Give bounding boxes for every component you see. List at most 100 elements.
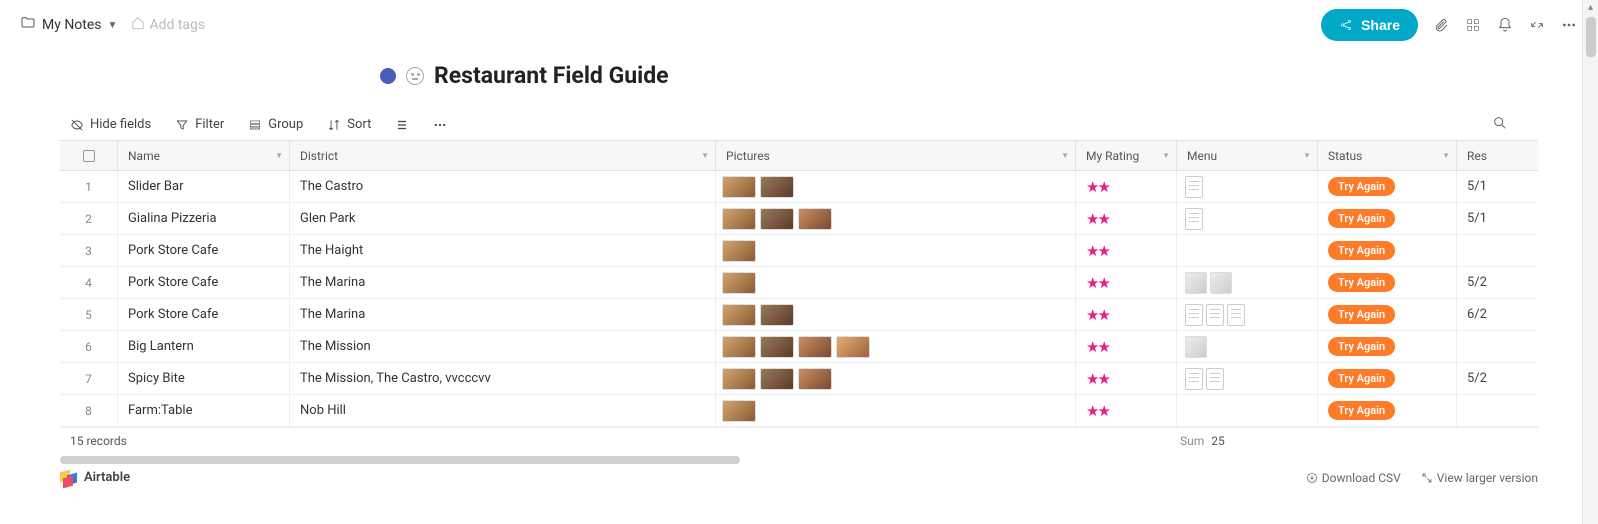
picture-thumbnail[interactable]: [760, 336, 794, 358]
notification-icon[interactable]: [1496, 16, 1514, 34]
scrollbar-thumb[interactable]: [1586, 17, 1596, 57]
hide-fields-button[interactable]: Hide fields: [70, 117, 151, 132]
picture-thumbnail[interactable]: [722, 400, 756, 422]
cell-name[interactable]: Pork Store Cafe: [118, 299, 290, 330]
cell-pictures[interactable]: [716, 267, 1076, 298]
cell-pictures[interactable]: [716, 203, 1076, 234]
table-row[interactable]: 2Gialina PizzeriaGlen Park★★Try Again5/1: [60, 203, 1538, 235]
column-menu[interactable]: Menu▼: [1177, 141, 1318, 170]
view-larger-link[interactable]: View larger version: [1421, 471, 1538, 485]
picture-thumbnail[interactable]: [722, 336, 756, 358]
cell-menu[interactable]: [1177, 171, 1318, 202]
picture-thumbnail[interactable]: [760, 208, 794, 230]
document-icon[interactable]: [1227, 304, 1245, 326]
table-row[interactable]: 4Pork Store CafeThe Marina★★Try Again5/2: [60, 267, 1538, 299]
add-tags-button[interactable]: Add tags: [131, 16, 205, 34]
menu-thumbnail[interactable]: [1210, 272, 1232, 294]
cell-res[interactable]: 5/2: [1457, 267, 1538, 298]
horizontal-scrollbar[interactable]: [60, 454, 1538, 464]
column-checkbox[interactable]: [60, 141, 118, 170]
scroll-up-arrow[interactable]: ▴: [1583, 0, 1598, 15]
column-pictures[interactable]: Pictures▼: [716, 141, 1076, 170]
cell-rating[interactable]: ★★: [1076, 331, 1177, 362]
cell-menu[interactable]: [1177, 299, 1318, 330]
table-row[interactable]: 6Big LanternThe Mission★★Try Again: [60, 331, 1538, 363]
table-row[interactable]: 3Pork Store CafeThe Haight★★Try Again: [60, 235, 1538, 267]
column-status[interactable]: Status▼: [1318, 141, 1457, 170]
cell-res[interactable]: [1457, 331, 1538, 362]
document-icon[interactable]: [1206, 368, 1224, 390]
picture-thumbnail[interactable]: [722, 240, 756, 262]
toolbar-more-button[interactable]: [433, 118, 447, 132]
picture-thumbnail[interactable]: [798, 336, 832, 358]
picture-thumbnail[interactable]: [798, 208, 832, 230]
table-row[interactable]: 7Spicy BiteThe Mission, The Castro, vvcc…: [60, 363, 1538, 395]
cell-menu[interactable]: [1177, 267, 1318, 298]
cell-rating[interactable]: ★★: [1076, 235, 1177, 266]
cell-res[interactable]: 5/2: [1457, 363, 1538, 394]
cell-menu[interactable]: [1177, 203, 1318, 234]
group-button[interactable]: Group: [248, 117, 303, 132]
menu-thumbnail[interactable]: [1185, 272, 1207, 294]
cell-name[interactable]: Big Lantern: [118, 331, 290, 362]
cell-name[interactable]: Pork Store Cafe: [118, 235, 290, 266]
document-icon[interactable]: [1185, 368, 1203, 390]
picture-thumbnail[interactable]: [722, 368, 756, 390]
cell-res[interactable]: 5/1: [1457, 171, 1538, 202]
cell-rating[interactable]: ★★: [1076, 171, 1177, 202]
document-icon[interactable]: [1206, 304, 1224, 326]
download-csv-link[interactable]: Download CSV: [1306, 471, 1401, 485]
cell-pictures[interactable]: [716, 395, 1076, 426]
menu-thumbnail[interactable]: [1185, 336, 1207, 358]
picture-thumbnail[interactable]: [722, 304, 756, 326]
cell-rating[interactable]: ★★: [1076, 395, 1177, 426]
picture-thumbnail[interactable]: [798, 368, 832, 390]
cell-pictures[interactable]: [716, 299, 1076, 330]
cell-name[interactable]: Farm:Table: [118, 395, 290, 426]
cell-name[interactable]: Spicy Bite: [118, 363, 290, 394]
cell-rating[interactable]: ★★: [1076, 203, 1177, 234]
cell-menu[interactable]: [1177, 235, 1318, 266]
cell-pictures[interactable]: [716, 331, 1076, 362]
cell-res[interactable]: 5/1: [1457, 203, 1538, 234]
row-height-button[interactable]: [395, 118, 409, 132]
cell-district[interactable]: Nob Hill: [290, 395, 716, 426]
cell-status[interactable]: Try Again: [1318, 299, 1457, 330]
cell-res[interactable]: [1457, 235, 1538, 266]
cell-status[interactable]: Try Again: [1318, 203, 1457, 234]
vertical-scrollbar[interactable]: ▴: [1582, 0, 1598, 524]
cell-menu[interactable]: [1177, 395, 1318, 426]
cell-district[interactable]: The Mission, The Castro, vvcccvv: [290, 363, 716, 394]
picture-thumbnail[interactable]: [722, 272, 756, 294]
table-row[interactable]: 8Farm:TableNob Hill★★Try Again: [60, 395, 1538, 427]
cell-pictures[interactable]: [716, 363, 1076, 394]
cell-status[interactable]: Try Again: [1318, 171, 1457, 202]
picture-thumbnail[interactable]: [760, 304, 794, 326]
picture-thumbnail[interactable]: [836, 336, 870, 358]
grid-icon[interactable]: [1464, 16, 1482, 34]
airtable-logo[interactable]: Airtable: [60, 470, 130, 485]
column-res[interactable]: Res: [1457, 141, 1538, 170]
cell-name[interactable]: Pork Store Cafe: [118, 267, 290, 298]
cell-district[interactable]: Glen Park: [290, 203, 716, 234]
column-rating[interactable]: My Rating▼: [1076, 141, 1177, 170]
document-icon[interactable]: [1185, 176, 1203, 198]
cell-status[interactable]: Try Again: [1318, 331, 1457, 362]
cell-status[interactable]: Try Again: [1318, 267, 1457, 298]
sort-button[interactable]: Sort: [327, 117, 371, 132]
document-icon[interactable]: [1185, 208, 1203, 230]
cell-district[interactable]: The Marina: [290, 267, 716, 298]
picture-thumbnail[interactable]: [722, 176, 756, 198]
picture-thumbnail[interactable]: [722, 208, 756, 230]
cell-district[interactable]: The Mission: [290, 331, 716, 362]
cell-res[interactable]: [1457, 395, 1538, 426]
cell-res[interactable]: 6/2: [1457, 299, 1538, 330]
search-button[interactable]: [1492, 115, 1508, 135]
more-icon[interactable]: [1560, 16, 1578, 34]
cell-status[interactable]: Try Again: [1318, 235, 1457, 266]
cell-rating[interactable]: ★★: [1076, 363, 1177, 394]
collapse-icon[interactable]: [1528, 16, 1546, 34]
table-row[interactable]: 1Slider BarThe Castro★★Try Again5/1: [60, 171, 1538, 203]
share-button[interactable]: Share: [1321, 9, 1418, 41]
cell-pictures[interactable]: [716, 171, 1076, 202]
